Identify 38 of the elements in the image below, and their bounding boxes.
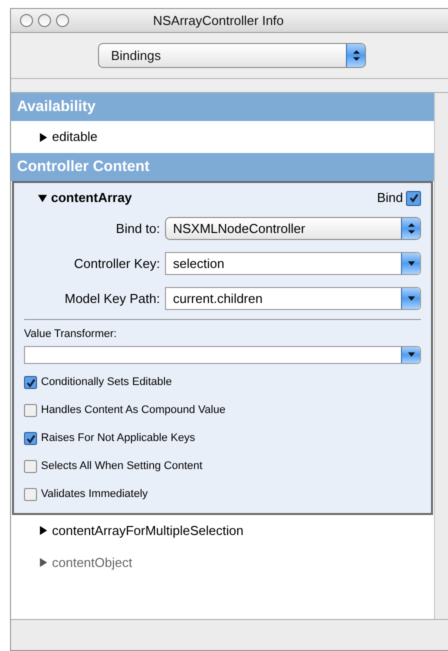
checkbox[interactable] — [24, 376, 37, 389]
option-label: Raises For Not Applicable Keys — [41, 431, 196, 446]
value-transformer-field[interactable] — [24, 346, 421, 364]
checkbox[interactable] — [24, 432, 37, 445]
window-control-button[interactable] — [38, 14, 51, 27]
checkbox[interactable] — [406, 190, 421, 206]
section-header: Controller Content — [11, 153, 434, 181]
checkbox[interactable] — [24, 488, 37, 501]
binding-name[interactable]: contentArray — [51, 188, 132, 208]
field-label: Controller Key: — [73, 254, 160, 273]
stepper-arrows-icon[interactable] — [346, 44, 365, 67]
binding-name[interactable]: editable — [52, 127, 98, 147]
option-label: Validates Immediately — [41, 487, 148, 502]
checkmark-icon — [408, 193, 418, 203]
binding-name[interactable]: contentArrayForMultipleSelection — [52, 520, 244, 540]
checkmark-icon — [26, 378, 36, 388]
option-label: Conditionally Sets Editable — [41, 375, 172, 390]
option-label: Selects All When Setting Content — [41, 459, 202, 474]
triangle-right-icon[interactable] — [39, 526, 48, 535]
section-header: Availability — [11, 93, 434, 121]
bind-label: Bind — [376, 189, 403, 208]
checkmark-icon — [26, 434, 36, 444]
triangle-right-icon[interactable] — [39, 132, 48, 142]
stepper-arrows-icon[interactable] — [401, 218, 420, 239]
combo-field[interactable]: current.children — [165, 287, 421, 310]
triangle-down-icon[interactable] — [38, 194, 47, 202]
field-label: Model Key Path: — [64, 290, 160, 308]
bindings-popup[interactable]: Bindings — [98, 43, 366, 68]
combo-field[interactable]: selection — [165, 252, 421, 275]
window-control-button[interactable] — [20, 14, 33, 27]
value-transformer-label: Value Transformer: — [24, 327, 118, 342]
field-label: Bind to: — [114, 220, 160, 238]
popup-field[interactable]: NSXMLNodeController — [165, 217, 421, 240]
checkbox[interactable] — [24, 460, 37, 473]
window-control-button[interactable] — [56, 14, 69, 27]
option-label: Handles Content As Compound Value — [41, 403, 226, 418]
window-title: NSArrayController Info — [153, 12, 284, 30]
checkbox[interactable] — [24, 404, 37, 417]
